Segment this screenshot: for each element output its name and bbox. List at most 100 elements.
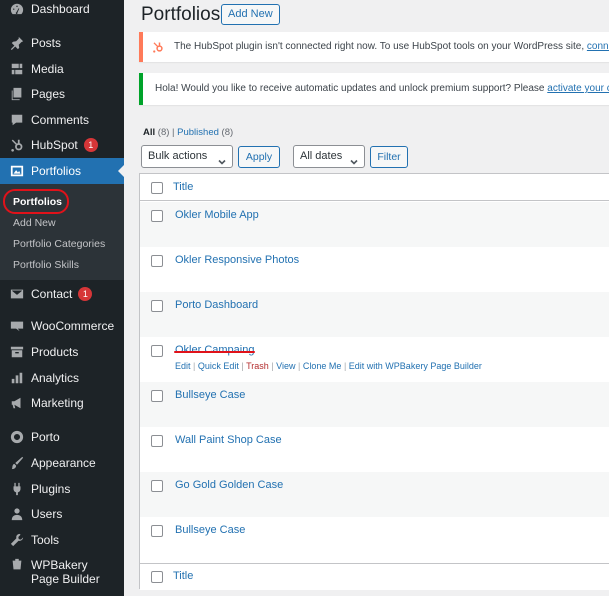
menu-label: WPBakery Page Builder	[31, 558, 100, 586]
menu-label: Porto	[31, 430, 60, 444]
row-title-link[interactable]: Okler Responsive Photos	[175, 254, 299, 266]
table-row: Porto Dashboard	[140, 292, 609, 337]
row-checkbox[interactable]	[151, 390, 163, 402]
row-checkbox[interactable]	[151, 345, 163, 357]
portfolios-table: Title Okler Mobile App Okler Responsive …	[139, 173, 609, 590]
menu-item-users[interactable]: Users	[0, 501, 124, 527]
row-title-link[interactable]: Bullseye Case	[175, 524, 245, 536]
submenu-portfolios[interactable]: Portfolios	[13, 196, 62, 208]
comment-icon	[10, 113, 24, 127]
annotation-underline	[174, 351, 255, 353]
trash-link[interactable]: Trash	[246, 361, 269, 371]
view-link[interactable]: View	[276, 361, 295, 371]
row-checkbox[interactable]	[151, 300, 163, 312]
menu-item-analytics[interactable]: Analytics	[0, 365, 124, 391]
hubspot-icon	[10, 138, 24, 152]
menu-label: Portfolios	[31, 164, 82, 178]
bulk-actions-select[interactable]: Bulk actions	[141, 145, 233, 168]
archive-icon	[10, 345, 24, 359]
menu-label: Appearance	[31, 456, 96, 470]
connect-link[interactable]: connect	[587, 41, 609, 52]
menu-label: Comments	[31, 113, 90, 127]
menu-item-hubspot[interactable]: HubSpot 1	[0, 132, 124, 158]
wrench-icon	[10, 533, 24, 547]
status-filter-links: All (8) | Published (8)	[143, 127, 233, 138]
row-title-link[interactable]: Wall Paint Shop Case	[175, 434, 282, 446]
hubspot-notice: The HubSpot plugin isn't connected right…	[139, 32, 609, 62]
menu-item-dashboard[interactable]: Dashboard	[0, 0, 124, 22]
filter-button[interactable]: Filter	[370, 146, 408, 168]
menu-item-plugins[interactable]: Plugins	[0, 476, 124, 502]
brush-icon	[10, 456, 24, 470]
row-checkbox[interactable]	[151, 255, 163, 267]
menu-item-pages[interactable]: Pages	[0, 81, 124, 107]
table-row: Okler Mobile App	[140, 202, 609, 247]
contact-label: Contact	[31, 287, 73, 301]
column-title-header[interactable]: Title	[173, 181, 193, 193]
menu-item-portfolios[interactable]: Portfolios	[0, 158, 124, 184]
table-row: Okler Responsive Photos	[140, 247, 609, 292]
row-title-link[interactable]: Okler Mobile App	[175, 209, 259, 221]
menu-label: Pages	[31, 87, 66, 101]
filter-all[interactable]: All	[143, 127, 155, 138]
menu-label: Products	[31, 345, 79, 359]
dates-select[interactable]: All dates	[293, 145, 365, 168]
plug-icon	[10, 482, 24, 496]
edit-link[interactable]: Edit	[175, 361, 191, 371]
select-all-checkbox[interactable]	[151, 571, 163, 583]
portfolio-icon	[10, 164, 24, 178]
action-separator: |	[298, 361, 301, 371]
table-row: Bullseye Case	[140, 382, 609, 427]
menu-label: Posts	[31, 36, 62, 50]
row-title-link[interactable]: Bullseye Case	[175, 389, 245, 401]
menu-item-woocommerce[interactable]: WooCommerce	[0, 313, 124, 339]
menu-label: Marketing	[31, 396, 84, 410]
table-row: Okler Campaing Edit | Quick Edit | Trash…	[140, 337, 609, 382]
menu-item-posts[interactable]: Posts	[0, 30, 124, 56]
row-title-link[interactable]: Go Gold Golden Case	[175, 479, 283, 491]
row-checkbox[interactable]	[151, 210, 163, 222]
activate-copy-link[interactable]: activate your cop	[547, 83, 609, 94]
menu-item-wpbakery[interactable]: WPBakery Page Builder	[0, 558, 124, 586]
menu-label: Media	[31, 62, 64, 76]
submenu-portfolio-categories[interactable]: Portfolio Categories	[13, 238, 105, 250]
row-checkbox[interactable]	[151, 435, 163, 447]
row-actions: Edit | Quick Edit | Trash | View | Clone…	[175, 361, 482, 371]
edit-wpbakery-link[interactable]: Edit with WPBakery Page Builder	[349, 361, 482, 371]
clone-link[interactable]: Clone Me	[303, 361, 342, 371]
menu-item-appearance[interactable]: Appearance	[0, 450, 124, 476]
menu-item-contact[interactable]: Contact 1	[0, 281, 124, 307]
menu-item-tools[interactable]: Tools	[0, 527, 124, 553]
submenu-add-new[interactable]: Add New	[13, 217, 56, 229]
dashboard-icon	[10, 2, 24, 16]
notification-badge: 1	[83, 138, 98, 152]
row-checkbox[interactable]	[151, 480, 163, 492]
chevron-down-icon	[350, 153, 358, 165]
media-icon	[10, 62, 24, 76]
menu-item-products[interactable]: Products	[0, 339, 124, 365]
menu-item-media[interactable]: Media	[0, 56, 124, 82]
quick-edit-link[interactable]: Quick Edit	[198, 361, 239, 371]
filter-published-count: (8)	[221, 127, 234, 138]
filter-published[interactable]: Published	[177, 127, 219, 138]
menu-label: Plugins	[31, 482, 71, 496]
table-row: Go Gold Golden Case	[140, 472, 609, 517]
menu-label: WooCommerce	[31, 319, 115, 333]
menu-item-marketing[interactable]: Marketing	[0, 390, 124, 416]
submenu-portfolio-skills[interactable]: Portfolio Skills	[13, 259, 79, 271]
column-title-footer[interactable]: Title	[173, 570, 193, 582]
main-content: Portfolios Add New The HubSpot plugin is…	[124, 0, 609, 596]
select-all-checkbox[interactable]	[151, 182, 163, 194]
row-title-link[interactable]: Okler Campaing	[175, 344, 254, 356]
menu-item-comments[interactable]: Comments	[0, 107, 124, 133]
menu-item-porto[interactable]: Porto	[0, 424, 124, 450]
portfolios-submenu: Portfolios Add New Portfolio Categories …	[0, 184, 124, 280]
row-checkbox[interactable]	[151, 525, 163, 537]
dates-value: All dates	[300, 150, 343, 162]
table-row: Wall Paint Shop Case	[140, 427, 609, 472]
add-new-button[interactable]: Add New	[221, 4, 280, 25]
apply-button[interactable]: Apply	[238, 146, 280, 168]
megaphone-icon	[10, 396, 24, 410]
page-title: Portfolios	[141, 4, 221, 25]
row-title-link[interactable]: Porto Dashboard	[175, 299, 258, 311]
